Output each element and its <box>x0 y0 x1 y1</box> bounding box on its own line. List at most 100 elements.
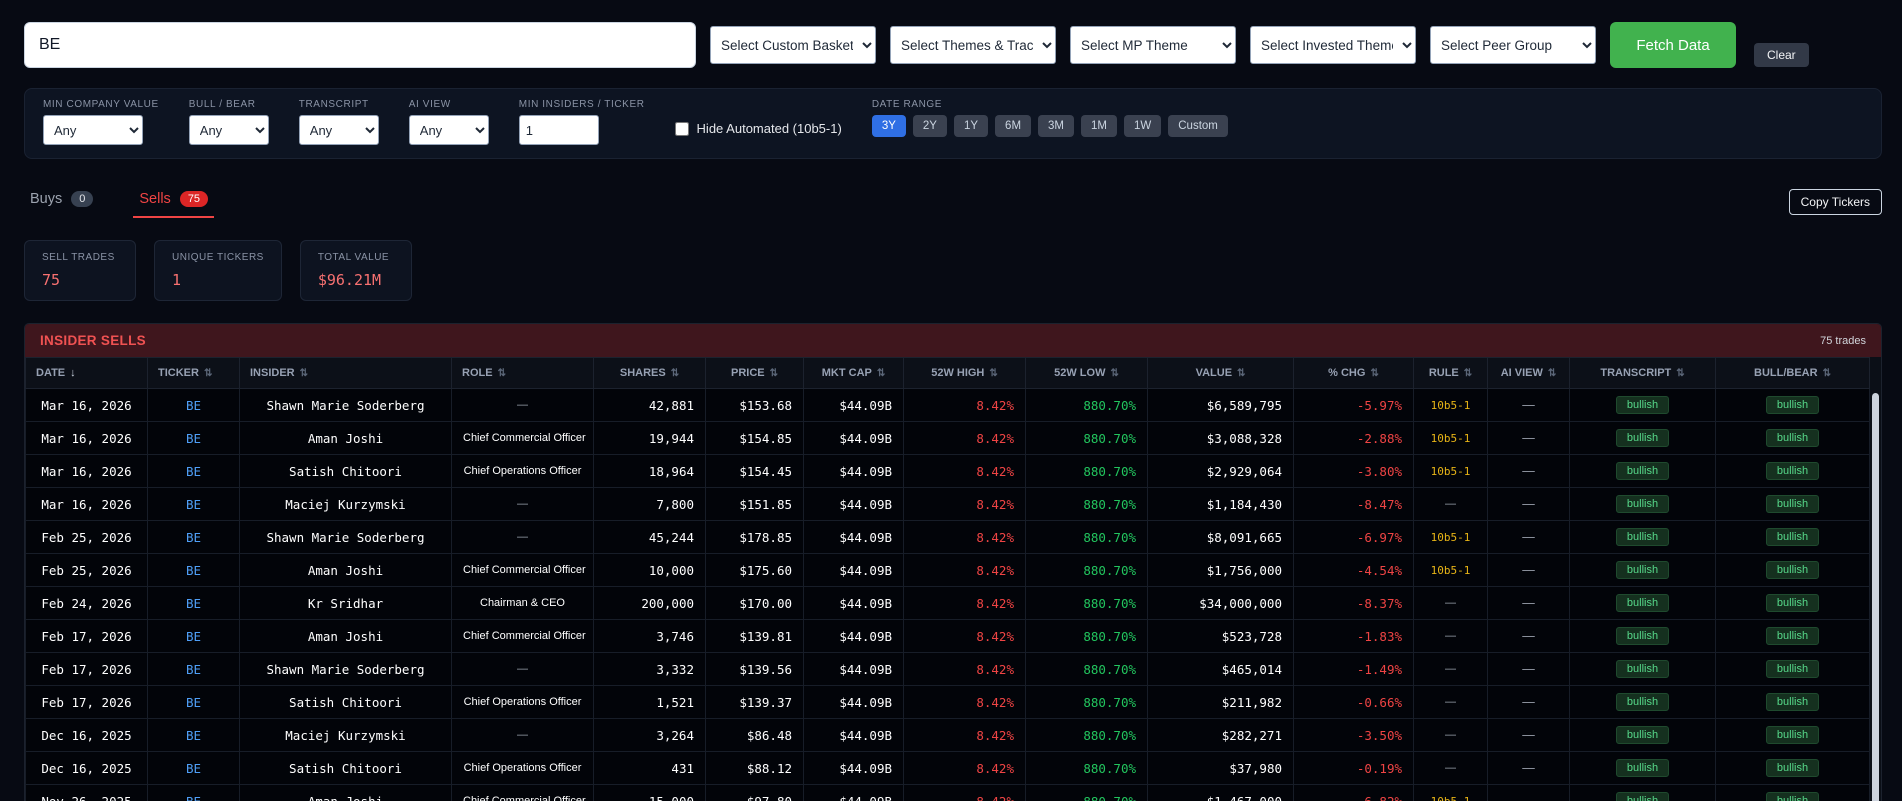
themes-tracker-select[interactable]: Select Themes & Tracker <box>890 26 1056 64</box>
cell-ticker[interactable]: BE <box>148 554 240 587</box>
table-row[interactable]: Dec 16, 2025 BE Satish Chitoori Chief Op… <box>26 752 1870 785</box>
min-insiders-input[interactable] <box>519 115 599 145</box>
cell-ai-view: — <box>1488 488 1570 521</box>
cell-mkt-cap: $44.09B <box>804 389 904 422</box>
column-header-price[interactable]: PRICE⇅ <box>706 358 804 389</box>
cell-52w-low: 880.70% <box>1026 521 1148 554</box>
cell-ticker[interactable]: BE <box>148 389 240 422</box>
date-range-3y[interactable]: 3Y <box>872 115 906 137</box>
bullish-badge: bullish <box>1616 792 1669 801</box>
cell-ticker[interactable]: BE <box>148 488 240 521</box>
table-row[interactable]: Mar 16, 2026 BE Maciej Kurzymski — 7,800… <box>26 488 1870 521</box>
column-header-value[interactable]: VALUE⇅ <box>1148 358 1294 389</box>
bullish-badge: bullish <box>1616 495 1669 513</box>
cell-price: $86.48 <box>706 719 804 752</box>
stat-value: 75 <box>42 271 118 289</box>
custom-basket-select[interactable]: Select Custom Basket <box>710 26 876 64</box>
table-row[interactable]: Nov 26, 2025 BE Aman Joshi Chief Commerc… <box>26 785 1870 801</box>
cell-ticker[interactable]: BE <box>148 686 240 719</box>
table-row[interactable]: Feb 25, 2026 BE Aman Joshi Chief Commerc… <box>26 554 1870 587</box>
peer-group-select[interactable]: Select Peer Group <box>1430 26 1596 64</box>
table-row[interactable]: Dec 16, 2025 BE Maciej Kurzymski — 3,264… <box>26 719 1870 752</box>
tab-buys-count-badge: 0 <box>71 191 93 207</box>
bullish-badge: bullish <box>1766 528 1819 546</box>
cell-52w-low: 880.70% <box>1026 455 1148 488</box>
column-header-rule[interactable]: RULE⇅ <box>1414 358 1488 389</box>
tab-sells[interactable]: Sells 75 <box>133 185 214 218</box>
table-row[interactable]: Feb 17, 2026 BE Shawn Marie Soderberg — … <box>26 653 1870 686</box>
column-header-role[interactable]: ROLE⇅ <box>452 358 594 389</box>
table-row[interactable]: Feb 25, 2026 BE Shawn Marie Soderberg — … <box>26 521 1870 554</box>
table-row[interactable]: Mar 16, 2026 BE Shawn Marie Soderberg — … <box>26 389 1870 422</box>
cell-52w-low: 880.70% <box>1026 686 1148 719</box>
table-row[interactable]: Mar 16, 2026 BE Satish Chitoori Chief Op… <box>26 455 1870 488</box>
cell-ai-view: — <box>1488 521 1570 554</box>
cell-ticker[interactable]: BE <box>148 719 240 752</box>
insider-sells-section: INSIDER SELLS 75 trades DATE↓ TICKER⇅ IN… <box>24 323 1882 801</box>
date-range-2y[interactable]: 2Y <box>913 115 947 137</box>
cell-ticker[interactable]: BE <box>148 620 240 653</box>
table-row[interactable]: Feb 24, 2026 BE Kr Sridhar Chairman & CE… <box>26 587 1870 620</box>
insider-sells-table: DATE↓ TICKER⇅ INSIDER⇅ ROLE⇅ SHARES⇅ PRI… <box>25 357 1870 801</box>
cell-ticker[interactable]: BE <box>148 653 240 686</box>
date-range-custom[interactable]: Custom <box>1168 115 1228 137</box>
table-scrollbar[interactable] <box>1870 357 1881 801</box>
table-row[interactable]: Feb 17, 2026 BE Satish Chitoori Chief Op… <box>26 686 1870 719</box>
column-header-52w-high[interactable]: 52W HIGH⇅ <box>904 358 1026 389</box>
column-header-bull-bear[interactable]: BULL/BEAR⇅ <box>1716 358 1870 389</box>
bullish-badge: bullish <box>1616 528 1669 546</box>
date-range-1w[interactable]: 1W <box>1124 115 1161 137</box>
bull-bear-select[interactable]: Any <box>189 115 269 145</box>
date-range-1y[interactable]: 1Y <box>954 115 988 137</box>
clear-button[interactable]: Clear <box>1754 43 1809 67</box>
cell-shares: 19,944 <box>594 422 706 455</box>
column-header-ai-view[interactable]: AI VIEW⇅ <box>1488 358 1570 389</box>
fetch-data-button[interactable]: Fetch Data <box>1610 22 1736 68</box>
column-header-ticker[interactable]: TICKER⇅ <box>148 358 240 389</box>
bullish-badge: bullish <box>1766 792 1819 801</box>
tab-buys[interactable]: Buys 0 <box>24 185 99 218</box>
hide-automated-checkbox[interactable] <box>675 122 689 136</box>
table-row[interactable]: Feb 17, 2026 BE Aman Joshi Chief Commerc… <box>26 620 1870 653</box>
cell-ticker[interactable]: BE <box>148 785 240 801</box>
column-header-transcript[interactable]: TRANSCRIPT⇅ <box>1570 358 1716 389</box>
cell-role: Chief Commercial Officer <box>452 554 594 587</box>
column-header-mkt-cap[interactable]: MKT CAP⇅ <box>804 358 904 389</box>
cell-transcript: bullish <box>1570 422 1716 455</box>
cell-ticker[interactable]: BE <box>148 455 240 488</box>
ai-view-select[interactable]: Any <box>409 115 489 145</box>
cell-ticker[interactable]: BE <box>148 752 240 785</box>
cell-ticker[interactable]: BE <box>148 521 240 554</box>
cell-bull-bear: bullish <box>1716 389 1870 422</box>
mp-theme-select[interactable]: Select MP Theme <box>1070 26 1236 64</box>
cell-shares: 1,521 <box>594 686 706 719</box>
min-company-value-select[interactable]: Any <box>43 115 143 145</box>
table-row[interactable]: Mar 16, 2026 BE Aman Joshi Chief Commerc… <box>26 422 1870 455</box>
date-range-3m[interactable]: 3M <box>1038 115 1074 137</box>
cell-52w-low: 880.70% <box>1026 719 1148 752</box>
cell-rule: — <box>1414 719 1488 752</box>
top-toolbar: Select Custom Basket Select Themes & Tra… <box>24 22 1882 68</box>
cell-insider: Satish Chitoori <box>240 752 452 785</box>
date-range-6m[interactable]: 6M <box>995 115 1031 137</box>
cell-52w-high: 8.42% <box>904 752 1026 785</box>
column-header-pct-chg[interactable]: % CHG⇅ <box>1294 358 1414 389</box>
table-title-bar: INSIDER SELLS 75 trades <box>25 324 1881 357</box>
column-header-insider[interactable]: INSIDER⇅ <box>240 358 452 389</box>
cell-ticker[interactable]: BE <box>148 422 240 455</box>
table-scrollbar-thumb[interactable] <box>1872 393 1879 801</box>
copy-tickers-button[interactable]: Copy Tickers <box>1789 189 1882 215</box>
hide-automated-label: Hide Automated (10b5-1) <box>697 121 842 136</box>
cell-date: Dec 16, 2025 <box>26 752 148 785</box>
cell-ticker[interactable]: BE <box>148 587 240 620</box>
column-header-date[interactable]: DATE↓ <box>26 358 148 389</box>
column-header-52w-low[interactable]: 52W LOW⇅ <box>1026 358 1148 389</box>
hide-automated-toggle[interactable]: Hide Automated (10b5-1) <box>675 121 842 136</box>
date-range-1m[interactable]: 1M <box>1081 115 1117 137</box>
cell-52w-high: 8.42% <box>904 686 1026 719</box>
transcript-select[interactable]: Any <box>299 115 379 145</box>
ticker-search-input[interactable] <box>24 22 696 68</box>
invested-theme-select[interactable]: Select Invested Theme <box>1250 26 1416 64</box>
column-header-shares[interactable]: SHARES⇅ <box>594 358 706 389</box>
cell-bull-bear: bullish <box>1716 620 1870 653</box>
